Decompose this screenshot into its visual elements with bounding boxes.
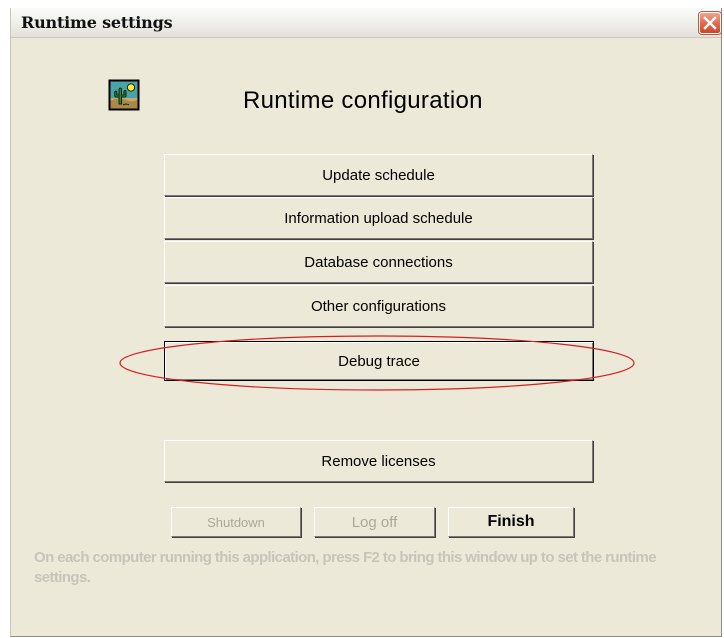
runtime-settings-window: Runtime settings Runtime configuration U…: [10, 8, 722, 637]
close-icon: [703, 16, 717, 30]
database-connections-button[interactable]: Database connections: [164, 241, 593, 283]
other-configurations-button[interactable]: Other configurations: [164, 285, 593, 327]
information-upload-schedule-button[interactable]: Information upload schedule: [164, 197, 593, 239]
title-bar[interactable]: Runtime settings: [11, 8, 721, 38]
update-schedule-button[interactable]: Update schedule: [164, 154, 593, 196]
remove-licenses-button[interactable]: Remove licenses: [164, 440, 593, 482]
cactus-landscape-icon: [108, 79, 140, 111]
shutdown-button[interactable]: Shutdown: [171, 507, 301, 537]
debug-trace-button[interactable]: Debug trace: [164, 341, 594, 381]
window-title: Runtime settings: [21, 13, 173, 32]
log-off-button[interactable]: Log off: [314, 507, 435, 537]
hint-text: On each computer running this applicatio…: [34, 549, 657, 586]
close-button[interactable]: [699, 12, 721, 34]
page-heading: Runtime configuration: [243, 87, 483, 114]
finish-button[interactable]: Finish: [448, 507, 574, 537]
